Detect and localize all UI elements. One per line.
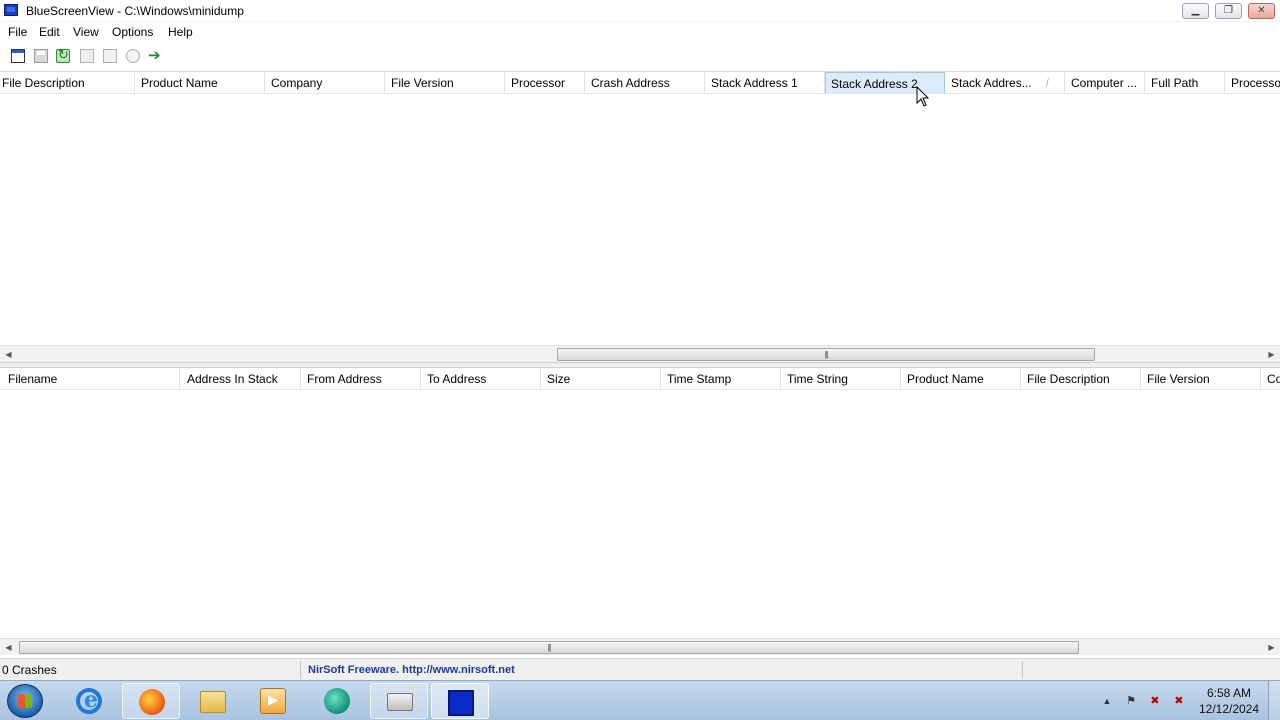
scroll-right-arrow-icon[interactable]: ▶ — [1263, 346, 1280, 363]
close-icon: ✕ — [1257, 5, 1266, 16]
column-time-stamp[interactable]: Time Stamp — [665, 368, 781, 389]
copy-icon — [80, 49, 94, 63]
column-stack-address-1[interactable]: Stack Address 1 — [709, 72, 825, 93]
globe-icon — [324, 688, 350, 714]
save-icon — [34, 49, 48, 63]
menu-edit[interactable]: Edit — [39, 25, 60, 39]
properties-button[interactable] — [9, 47, 27, 65]
column-file-version[interactable]: File Version — [389, 72, 505, 93]
column-computer-name[interactable]: Computer ... — [1069, 72, 1145, 93]
column-filename[interactable]: Filename — [0, 368, 180, 389]
scrollbar-thumb[interactable]: ||| — [19, 641, 1079, 654]
show-desktop-button[interactable] — [1268, 681, 1280, 720]
crash-list-hscrollbar[interactable]: ◀ ||| ▶ — [0, 345, 1280, 362]
status-divider — [1022, 661, 1023, 679]
start-button[interactable] — [7, 684, 43, 718]
minimize-icon: ▁ — [1191, 5, 1200, 16]
scroll-left-arrow-icon[interactable]: ◀ — [0, 346, 17, 363]
column-file-version-lower[interactable]: File Version — [1145, 368, 1261, 389]
bluescreenview-icon — [448, 690, 474, 716]
grip-icon: ||| — [547, 643, 551, 652]
html-report-icon — [103, 49, 117, 63]
scroll-left-arrow-icon[interactable]: ◀ — [0, 639, 17, 656]
menu-view[interactable]: View — [73, 25, 99, 39]
folder-icon — [200, 691, 226, 713]
action-center-icon[interactable]: ⚑ — [1124, 694, 1138, 708]
crash-list-header: File Description Product Name Company Fi… — [0, 72, 1280, 94]
column-from-address[interactable]: From Address — [305, 368, 421, 389]
clock-time: 6:58 AM — [1206, 686, 1252, 700]
driver-list-header: Filename Address In Stack From Address T… — [0, 368, 1280, 390]
column-company[interactable]: Company — [269, 72, 385, 93]
minimize-button[interactable]: ▁ — [1182, 3, 1209, 19]
menu-file[interactable]: File — [8, 25, 27, 39]
taskbar-bluescreenview[interactable] — [431, 683, 489, 719]
refresh-button[interactable] — [54, 47, 72, 65]
column-to-address[interactable]: To Address — [425, 368, 541, 389]
toolbar — [0, 42, 1280, 72]
column-file-description-lower[interactable]: File Description — [1025, 368, 1141, 389]
menu-options[interactable]: Options — [112, 25, 153, 39]
exit-icon — [148, 46, 162, 64]
network-disconnected-icon[interactable]: ✖ — [1172, 694, 1186, 708]
driver-list-hscrollbar[interactable]: ◀ ||| ▶ — [0, 638, 1280, 655]
column-time-string[interactable]: Time String — [785, 368, 901, 389]
show-hidden-icons-icon[interactable]: ▲ — [1100, 694, 1114, 708]
status-bar: 0 Crashes NirSoft Freeware. http://www.n… — [0, 658, 1280, 680]
internet-explorer-icon — [76, 687, 102, 714]
taskbar-clock[interactable]: 6:58 AM 12/12/2024 — [1196, 685, 1262, 717]
column-crash-address[interactable]: Crash Address — [589, 72, 705, 93]
grip-icon: ||| — [824, 350, 828, 359]
restore-icon: ❐ — [1224, 5, 1233, 16]
media-player-icon — [260, 688, 286, 714]
taskbar-windows-explorer[interactable] — [184, 683, 242, 719]
taskbar: ▲ ⚑ ✖ ✖ 6:58 AM 12/12/2024 — [0, 680, 1280, 720]
restore-button[interactable]: ❐ — [1215, 3, 1242, 19]
title-bar: BlueScreenView - C:\Windows\minidump ▁ ❐… — [0, 0, 1280, 22]
crash-list[interactable] — [0, 95, 1280, 345]
driver-list[interactable] — [0, 391, 1280, 638]
menu-help[interactable]: Help — [168, 25, 193, 39]
nirsoft-link[interactable]: NirSoft Freeware. http://www.nirsoft.net — [308, 662, 515, 678]
close-button[interactable]: ✕ — [1248, 3, 1275, 19]
column-product-name[interactable]: Product Name — [139, 72, 265, 93]
column-processor-2[interactable]: Processo — [1229, 72, 1280, 93]
scroll-right-arrow-icon[interactable]: ▶ — [1263, 639, 1280, 656]
column-company-lower[interactable]: Co — [1265, 368, 1280, 389]
system-tray: ▲ ⚑ ✖ ✖ — [1096, 681, 1196, 720]
html-report-button[interactable] — [101, 47, 119, 65]
column-processor[interactable]: Processor — [509, 72, 585, 93]
column-size[interactable]: Size — [545, 368, 661, 389]
properties-icon — [11, 49, 25, 63]
status-divider — [300, 661, 301, 679]
refresh-icon — [56, 47, 70, 63]
sort-indicator-icon: / — [1046, 78, 1049, 89]
menu-bar: File Edit View Options Help — [0, 22, 1280, 42]
window-title: BlueScreenView - C:\Windows\minidump — [26, 4, 244, 18]
scrollbar-thumb[interactable]: ||| — [557, 348, 1095, 361]
taskbar-internet-explorer[interactable] — [60, 683, 118, 719]
column-address-in-stack[interactable]: Address In Stack — [185, 368, 301, 389]
taskbar-firefox[interactable] — [122, 683, 180, 719]
crash-count-status: 0 Crashes — [2, 663, 57, 677]
save-button[interactable] — [32, 47, 50, 65]
find-button[interactable] — [124, 47, 142, 65]
copy-button[interactable] — [78, 47, 96, 65]
find-icon — [126, 49, 140, 63]
firefox-icon — [139, 689, 165, 715]
column-full-path[interactable]: Full Path — [1149, 72, 1225, 93]
bluescreenview-app-icon[interactable] — [4, 4, 18, 16]
exit-button[interactable] — [146, 46, 164, 65]
taskbar-printer[interactable] — [370, 683, 428, 719]
printer-icon — [387, 693, 413, 711]
taskbar-media-player[interactable] — [244, 683, 302, 719]
column-file-description[interactable]: File Description — [0, 72, 135, 93]
clock-date: 12/12/2024 — [1198, 702, 1260, 716]
taskbar-globe-app[interactable] — [308, 683, 366, 719]
mouse-cursor-icon — [916, 86, 930, 107]
volume-muted-icon[interactable]: ✖ — [1148, 694, 1162, 708]
column-product-name-lower[interactable]: Product Name — [905, 368, 1021, 389]
